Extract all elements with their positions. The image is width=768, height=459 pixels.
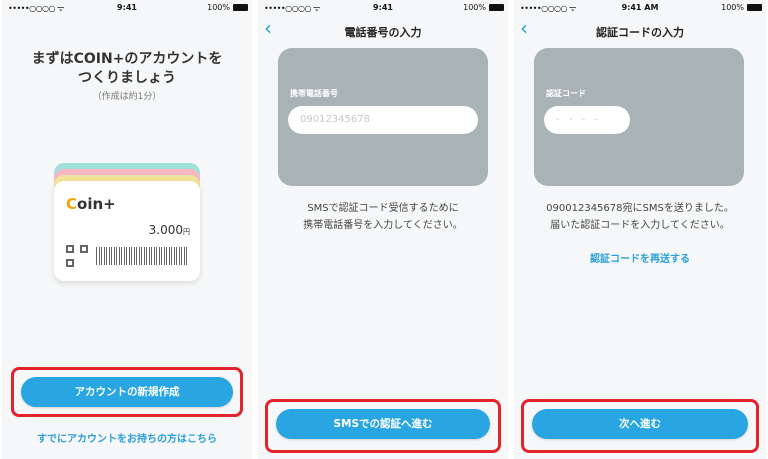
- battery-icon: [233, 4, 248, 11]
- phone-input-panel: 携帯電話番号 09012345678: [278, 48, 488, 186]
- nav-bar: ‹ 認証コードの入力: [514, 14, 766, 44]
- code-instructions: 09001234567​8宛にSMSを送りました。 届いた認証コードを入力してく…: [514, 200, 766, 234]
- code-input-panel: 認証コード - - - -: [534, 48, 744, 186]
- status-bar: •••••○○○○ ᯤ 9:41 100%: [258, 0, 508, 14]
- qr-code-icon: [66, 245, 88, 267]
- nav-title: 電話番号の入力: [344, 26, 422, 39]
- page-title-line2: つくりましょう: [78, 70, 176, 86]
- sms-verify-button[interactable]: SMSでの認証へ進む: [276, 409, 490, 439]
- page-title: まずはCOIN+のアカウントを つくりましょう: [2, 50, 252, 88]
- page-title-line1: まずはCOIN+のアカウントを: [31, 51, 223, 67]
- card-balance-value: 3.000: [148, 223, 183, 237]
- screen-code-input: •••••○○○○ ᯤ 9:41 AM 100% ‹ 認証コードの入力 認証コー…: [514, 0, 766, 459]
- existing-account-link[interactable]: すでにアカウントをお持ちの方はこちら: [2, 430, 252, 445]
- nav-title: 認証コードの入力: [596, 26, 684, 39]
- battery-percent: 100%: [721, 3, 744, 12]
- card-balance: 3.000円: [149, 223, 190, 237]
- coin-logo-text: oin+: [77, 195, 116, 213]
- status-bar: •••••○○○○ ᯤ 9:41 AM 100%: [514, 0, 766, 14]
- status-bar: •••••○○○○ ᯤ 9:41 100%: [2, 0, 252, 14]
- coin-logo-c: C: [66, 195, 78, 213]
- phone-instructions: SMSで認証コード受信するために 携帯電話番号を入力してください。: [258, 200, 508, 234]
- card-balance-unit: 円: [183, 228, 190, 236]
- nav-bar: ‹ 電話番号の入力: [258, 14, 508, 44]
- next-button[interactable]: 次へ進む: [532, 409, 748, 439]
- phone-instructions-line1: SMSで認証コード受信するために: [307, 203, 459, 214]
- code-field-label: 認証コード: [546, 89, 586, 98]
- verification-code-input[interactable]: - - - -: [544, 106, 630, 134]
- battery-icon: [489, 4, 504, 11]
- barcode-icon: [96, 247, 188, 265]
- coin-card: Coin+ 3.000円: [54, 181, 200, 281]
- page-subtitle: （作成は約1分）: [92, 92, 162, 102]
- create-account-button[interactable]: アカウントの新規作成: [21, 377, 233, 407]
- coin-logo: Coin+: [66, 195, 116, 213]
- phone-number-input[interactable]: 09012345678: [288, 106, 478, 134]
- phone-field-label: 携帯電話番号: [290, 89, 338, 98]
- code-instructions-line2: 届いた認証コードを入力してください。: [550, 220, 730, 231]
- battery-percent: 100%: [207, 3, 230, 12]
- code-instructions-line1: 09001234567​8宛にSMSを送りました。: [546, 203, 734, 214]
- resend-code-link[interactable]: 認証コードを再送する: [514, 250, 766, 265]
- battery-percent: 100%: [463, 3, 486, 12]
- screen-create-account: •••••○○○○ ᯤ 9:41 100% まずはCOIN+のアカウントを つく…: [2, 0, 252, 459]
- screen-phone-input: •••••○○○○ ᯤ 9:41 100% ‹ 電話番号の入力 携帯電話番号 0…: [258, 0, 508, 459]
- battery-icon: [747, 4, 762, 11]
- phone-instructions-line2: 携帯電話番号を入力してください。: [303, 220, 463, 231]
